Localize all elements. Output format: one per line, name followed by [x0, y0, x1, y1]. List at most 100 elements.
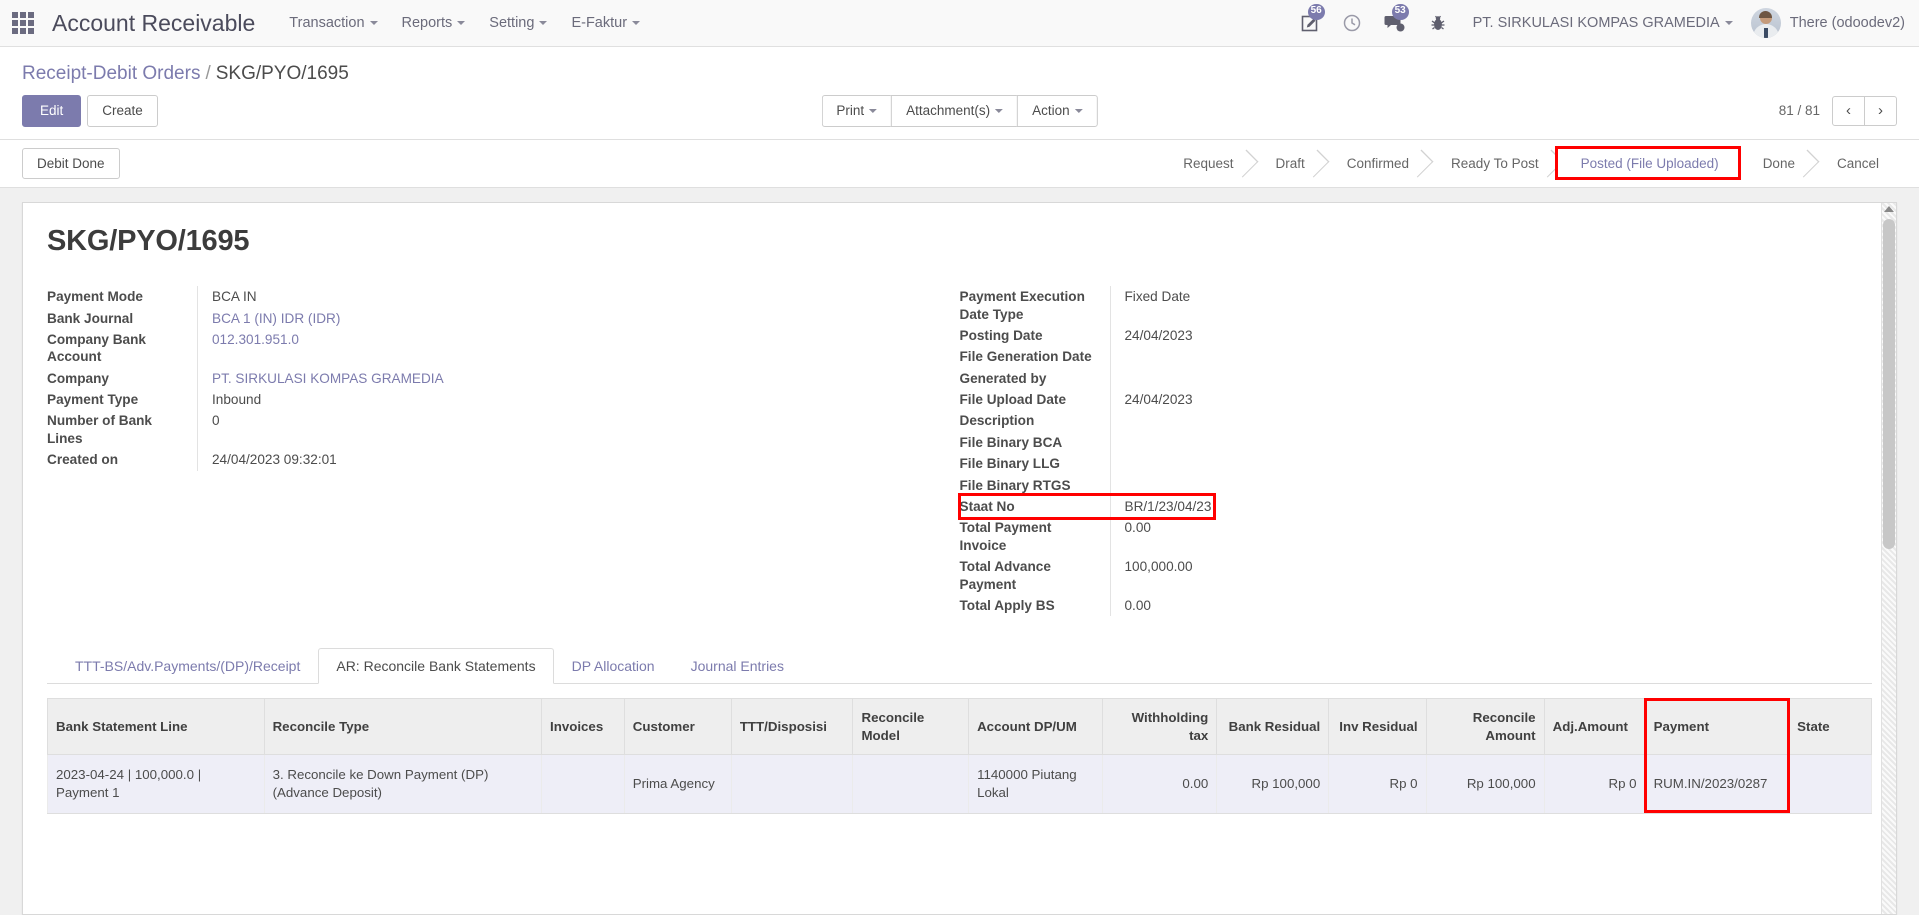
company-switcher[interactable]: PT. SIRKULASI KOMPAS GRAMEDIA [1459, 15, 1743, 31]
print-label: Print [836, 103, 865, 118]
field-created-on-label: Created on [47, 452, 119, 468]
cell-account-dp-um: 1140000 Piutang Lokal [968, 754, 1103, 814]
col-adj-amount[interactable]: Adj.Amount [1543, 698, 1646, 755]
create-button[interactable]: Create [87, 95, 158, 127]
col-inv-residual[interactable]: Inv Residual [1328, 698, 1427, 755]
col-bank-statement-line[interactable]: Bank Statement Line [47, 698, 265, 755]
col-payment[interactable]: Payment [1644, 698, 1790, 755]
table-body: 2023-04-24 | 100,000.0 | Payment 1 3. Re… [47, 754, 1872, 814]
action-button[interactable]: Action [1017, 95, 1098, 127]
cell-payment: RUM.IN/2023/0287 [1644, 754, 1790, 814]
debug-bug-icon[interactable] [1417, 0, 1459, 47]
field-bank-journal-value[interactable]: BCA 1 (IN) IDR (IDR) [197, 307, 926, 329]
menu-reports-label: Reports [401, 15, 453, 31]
stage-confirmed[interactable]: Confirmed [1322, 148, 1428, 179]
form-column-right: Payment Execution Date Type Fixed Date P… [957, 286, 1873, 617]
field-file-generation-date-label: File Generation Date [959, 349, 1092, 365]
field-company-value[interactable]: PT. SIRKULASI KOMPAS GRAMEDIA [197, 367, 926, 390]
stage-draft[interactable]: Draft [1251, 148, 1323, 179]
form-sheet: SKG/PYO/1695 Payment Mode BCA IN Bank Jo… [22, 202, 1897, 915]
field-payment-mode-value: BCA IN [197, 286, 926, 308]
col-reconcile-type[interactable]: Reconcile Type [263, 698, 543, 755]
field-bank-journal: Bank Journal BCA 1 (IN) IDR (IDR) [47, 307, 926, 329]
clock-icon[interactable] [1331, 0, 1373, 47]
vertical-scrollbar[interactable] [1881, 203, 1896, 915]
field-total-apply-bs-label: Total Apply BS [959, 597, 1055, 613]
cell-reconcile-type: 3. Reconcile ke Down Payment (DP) (Advan… [263, 754, 543, 814]
field-file-binary-llg-label: File Binary LLG [959, 456, 1060, 472]
form-column-left: Payment Mode BCA IN Bank Journal BCA 1 (… [47, 286, 960, 616]
statusbar-row: Debit Done Request Draft Confirmed Ready… [0, 139, 1919, 189]
attachments-button[interactable]: Attachment(s) [891, 95, 1018, 127]
col-state[interactable]: State [1788, 698, 1872, 755]
field-payment-execution-date-type: Payment Execution Date Type Fixed Date [960, 286, 1839, 325]
app-title[interactable]: Account Receivable [52, 10, 255, 37]
cell-reconcile-model [852, 754, 970, 814]
field-total-advance-payment-label: Total Advance Payment [959, 559, 1051, 592]
stage-ready-to-post[interactable]: Ready To Post [1427, 148, 1557, 179]
tab-ar-reconcile-bank-statements[interactable]: AR: Reconcile Bank Statements [318, 648, 554, 685]
pager-buttons: ‹ › [1832, 96, 1897, 126]
menu-setting[interactable]: Setting [477, 9, 559, 37]
field-total-payment-invoice-label: Total Payment Invoice [959, 520, 1052, 553]
menu-efaktur[interactable]: E-Faktur [559, 9, 652, 37]
field-file-binary-llg-value [1109, 453, 1839, 475]
stage-request[interactable]: Request [1159, 148, 1252, 179]
field-file-binary-rtgs-label: File Binary RTGS [959, 477, 1071, 493]
scrollbar-thumb[interactable] [1883, 219, 1895, 550]
col-withholding-tax[interactable]: Withholding tax [1101, 698, 1218, 755]
field-file-upload-date-label: File Upload Date [959, 392, 1067, 408]
debit-done-button[interactable]: Debit Done [22, 147, 120, 180]
field-payment-mode-label: Payment Mode [47, 289, 143, 305]
cell-inv-residual: Rp 0 [1328, 754, 1427, 814]
col-reconcile-model[interactable]: Reconcile Model [852, 698, 970, 755]
avatar[interactable] [1750, 8, 1781, 38]
field-posting-date-value: 24/04/2023 [1109, 324, 1839, 347]
messages-icon[interactable]: 53 [1373, 0, 1417, 47]
tab-ttt-bs-adv-payments[interactable]: TTT-BS/Adv.Payments/(DP)/Receipt [57, 648, 318, 684]
menu-transaction[interactable]: Transaction [277, 9, 389, 37]
cell-withholding-tax: 0.00 [1101, 754, 1218, 814]
chevron-down-icon [539, 21, 548, 26]
col-customer[interactable]: Customer [623, 698, 732, 755]
tab-dp-allocation[interactable]: DP Allocation [554, 648, 673, 684]
field-total-apply-bs: Total Apply BS 0.00 [959, 594, 1839, 617]
col-invoices[interactable]: Invoices [541, 698, 625, 755]
stage-cancel[interactable]: Cancel [1812, 148, 1897, 179]
user-menu[interactable]: There (odoodev2) [1790, 15, 1905, 31]
chevron-down-icon [869, 109, 878, 114]
col-reconcile-amount[interactable]: Reconcile Amount [1425, 698, 1545, 755]
tab-journal-entries[interactable]: Journal Entries [673, 648, 802, 684]
field-company-bank-account-label: Company Bank Account [47, 331, 146, 365]
menu-reports[interactable]: Reports [390, 9, 478, 37]
scroll-up-icon[interactable] [1884, 206, 1894, 213]
table-header-row: Bank Statement Line Reconcile Type Invoi… [47, 698, 1872, 755]
field-total-payment-invoice: Total Payment Invoice 0.00 [959, 517, 1839, 557]
cell-customer: Prima Agency [623, 754, 732, 814]
field-created-on: Created on 24/04/2023 09:32:01 [47, 449, 926, 471]
field-total-payment-invoice-value: 0.00 [1109, 517, 1839, 557]
col-bank-residual[interactable]: Bank Residual [1216, 698, 1330, 755]
col-ttt-disposisi[interactable]: TTT/Disposisi [730, 698, 854, 755]
stage-done[interactable]: Done [1738, 148, 1813, 179]
edit-note-icon[interactable]: 56 [1289, 0, 1331, 47]
cell-invoices [541, 754, 625, 814]
field-company-bank-account-value[interactable]: 012.301.951.0 [197, 328, 926, 368]
chevron-left-icon[interactable]: ‹ [1832, 96, 1865, 126]
edit-note-badge: 56 [1307, 3, 1325, 20]
print-button[interactable]: Print [821, 95, 892, 127]
apps-grid-icon[interactable] [10, 10, 36, 36]
field-total-advance-payment-value: 100,000.00 [1109, 556, 1839, 595]
table-row[interactable]: 2023-04-24 | 100,000.0 | Payment 1 3. Re… [47, 754, 1872, 814]
col-account-dp-um[interactable]: Account DP/UM [968, 698, 1103, 755]
edit-button[interactable]: Edit [22, 95, 82, 127]
field-number-of-bank-lines-label: Number of Bank Lines [47, 413, 152, 446]
field-file-binary-rtgs: File Binary RTGS [959, 474, 1839, 497]
field-file-generation-date: File Generation Date [959, 346, 1839, 368]
action-label: Action [1032, 103, 1070, 118]
stage-posted-file-uploaded[interactable]: Posted (File Uploaded) [1554, 146, 1741, 181]
chevron-right-icon[interactable]: › [1865, 96, 1897, 126]
field-description-value [1109, 410, 1839, 432]
breadcrumb-root[interactable]: Receipt-Debit Orders [22, 63, 200, 84]
right-field-group: Payment Execution Date Type Fixed Date P… [959, 286, 1839, 617]
